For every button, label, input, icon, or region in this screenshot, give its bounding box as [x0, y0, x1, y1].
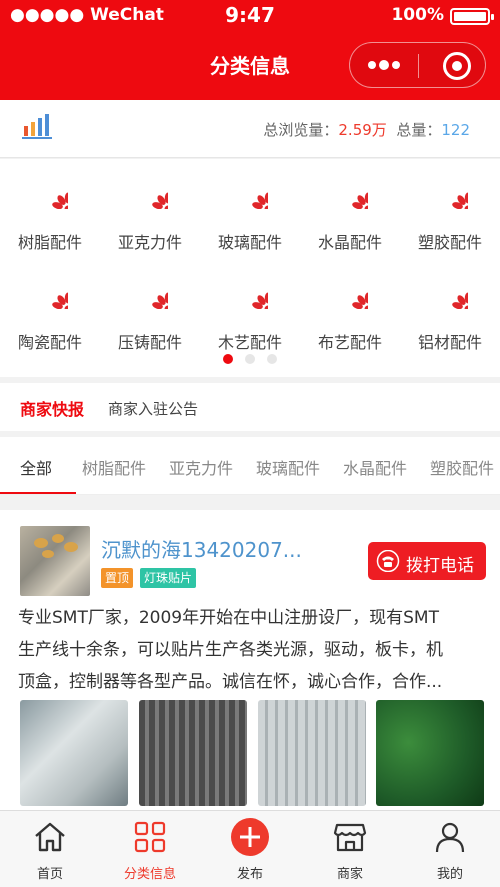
tabbar-label: 首页	[36, 867, 63, 882]
category-item[interactable]: 铝材配件	[400, 259, 500, 352]
flower-icon	[432, 273, 468, 309]
bar-chart-icon	[22, 114, 52, 139]
category-label: 树脂配件	[17, 233, 82, 252]
post-photo[interactable]	[376, 700, 484, 806]
news-text[interactable]: 商家入驻公告	[108, 398, 198, 419]
category-grid-icon	[134, 821, 166, 853]
post-photo[interactable]	[258, 700, 366, 806]
category-label: 塑胶配件	[417, 233, 482, 252]
tabbar-label: 发布	[236, 867, 263, 882]
tabbar-label: 商家	[336, 867, 363, 882]
flower-icon	[32, 173, 68, 209]
shop-name[interactable]: 沉默的海13420207...	[101, 534, 321, 563]
battery-percent: 100%	[391, 5, 444, 25]
post-card[interactable]: 沉默的海13420207... 置顶 灯珠贴片 拨打电话 专业SMT厂家，200…	[0, 510, 500, 810]
more-icon[interactable]	[364, 51, 404, 79]
top-bar: ●●●●● WeChat 9:47 100% 分类信息	[0, 0, 500, 100]
tab-category[interactable]: 玻璃配件	[256, 455, 320, 479]
tabbar-category[interactable]: 分类信息	[100, 811, 200, 887]
category-tabs: 全部 树脂配件 亚克力件 玻璃配件 水晶配件 塑胶配件	[0, 437, 500, 495]
total-views-value: 2.59万	[338, 121, 387, 139]
phone-icon	[376, 550, 400, 572]
close-icon[interactable]	[443, 52, 471, 80]
total-label: 总量：	[396, 121, 442, 139]
total-value: 122	[441, 121, 470, 139]
pinned-badge: 置顶	[101, 568, 134, 588]
flower-icon	[132, 273, 168, 309]
carousel-dots	[0, 349, 500, 368]
category-grid: 树脂配件 亚克力件 玻璃配件 水晶配件 塑胶配件 陶瓷配件 压铸配件 木艺配件 …	[0, 159, 500, 377]
post-photos	[20, 700, 490, 806]
bottom-tab-bar: 首页 分类信息 发布 商家 我的	[0, 810, 500, 887]
description-line: 顶盒，控制器等各型产品。诚信在怀，诚心合作，合作...	[18, 672, 443, 692]
tabbar-home[interactable]: 首页	[0, 811, 100, 887]
category-item[interactable]: 塑胶配件	[400, 159, 500, 252]
flower-icon	[232, 173, 268, 209]
stats-bar: 总浏览量：2.59万 总量：122	[0, 100, 500, 158]
home-icon	[35, 822, 65, 852]
tab-category[interactable]: 水晶配件	[343, 455, 407, 479]
publish-plus-icon	[231, 818, 269, 856]
carousel-dot[interactable]	[267, 354, 277, 364]
battery-icon	[450, 8, 494, 25]
category-label: 亚克力件	[117, 233, 182, 252]
shop-icon	[333, 823, 367, 852]
category-item[interactable]: 压铸配件	[100, 259, 200, 352]
flower-icon	[432, 173, 468, 209]
tabbar-me[interactable]: 我的	[400, 811, 500, 887]
post-photo[interactable]	[20, 700, 128, 806]
tabbar-publish[interactable]: 发布	[200, 811, 300, 887]
tab-category[interactable]: 塑胶配件	[430, 455, 494, 479]
total-views-label: 总浏览量：	[263, 121, 339, 139]
call-button-label: 拨打电话	[406, 556, 474, 576]
tabbar-label: 分类信息	[123, 867, 176, 882]
category-item[interactable]: 木艺配件	[200, 259, 300, 352]
category-item[interactable]: 陶瓷配件	[0, 259, 100, 352]
call-button[interactable]: 拨打电话	[368, 542, 486, 580]
news-tag: 商家快报	[20, 400, 85, 419]
category-item[interactable]: 布艺配件	[300, 259, 400, 352]
category-item[interactable]: 玻璃配件	[200, 159, 300, 252]
flower-icon	[132, 173, 168, 209]
category-label: 水晶配件	[317, 233, 382, 252]
flower-icon	[332, 273, 368, 309]
post-photo[interactable]	[139, 700, 247, 806]
category-item[interactable]: 树脂配件	[0, 159, 100, 252]
description-line: 专业SMT厂家，2009年开始在中山注册设厂，现有SMT	[18, 608, 439, 628]
mini-program-capsule	[349, 42, 486, 88]
active-tab-underline	[0, 492, 76, 494]
tabbar-shop[interactable]: 商家	[300, 811, 400, 887]
tab-category[interactable]: 亚克力件	[169, 455, 233, 479]
category-badge: 灯珠贴片	[140, 568, 197, 588]
tab-category[interactable]: 树脂配件	[82, 455, 146, 479]
carousel-dot[interactable]	[223, 354, 233, 364]
tabbar-label: 我的	[436, 867, 463, 882]
description-line: 生产线十余条，可以贴片生产各类光源，驱动，板卡，机	[18, 640, 443, 660]
category-label: 玻璃配件	[217, 233, 282, 252]
avatar[interactable]	[20, 526, 90, 596]
category-item[interactable]: 水晶配件	[300, 159, 400, 252]
post-description: 专业SMT厂家，2009年开始在中山注册设厂，现有SMT 生产线十余条，可以贴片…	[18, 602, 488, 698]
tab-all[interactable]: 全部	[20, 455, 52, 479]
merchant-news-bar[interactable]: 商家快报 商家入驻公告	[0, 383, 500, 431]
stats-text: 总浏览量：2.59万 总量：122	[263, 119, 470, 140]
user-icon	[435, 822, 465, 853]
capsule-divider	[418, 54, 419, 78]
carousel-dot[interactable]	[245, 354, 255, 364]
category-item[interactable]: 亚克力件	[100, 159, 200, 252]
flower-icon	[32, 273, 68, 309]
flower-icon	[232, 273, 268, 309]
flower-icon	[332, 173, 368, 209]
status-bar: ●●●●● WeChat 9:47 100%	[0, 0, 500, 32]
